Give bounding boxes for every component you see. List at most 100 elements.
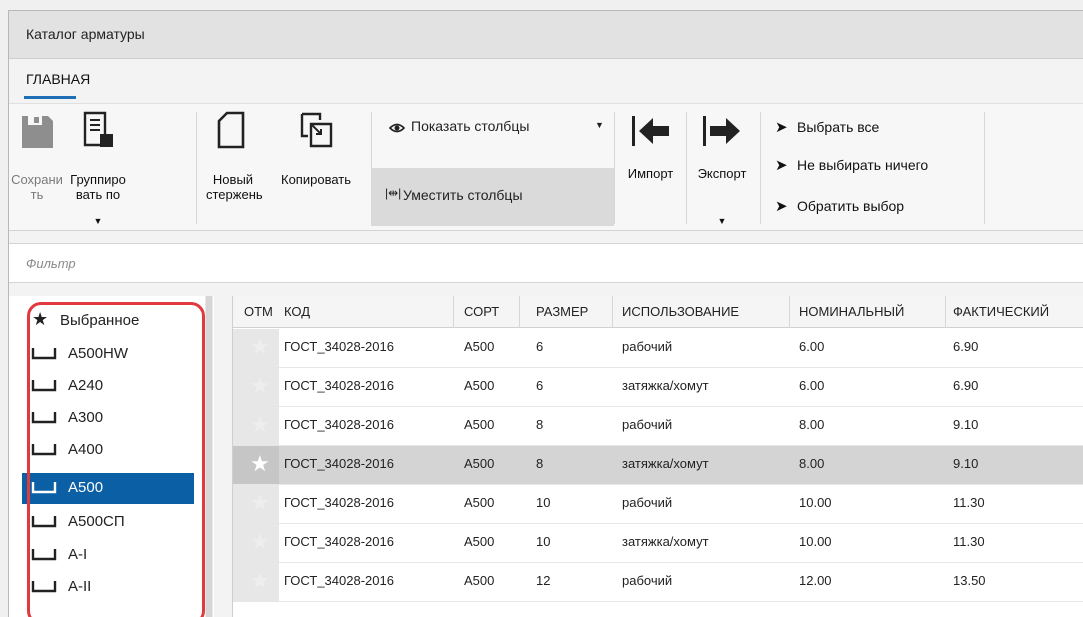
star-icon[interactable]: ★ bbox=[250, 529, 270, 555]
select-none-button[interactable]: ➤ Не выбирать ничего bbox=[775, 156, 980, 174]
copy-button[interactable]: Копировать bbox=[273, 104, 359, 230]
tab-home[interactable]: ГЛАВНАЯ bbox=[26, 71, 90, 87]
cell-code: ГОСТ_34028-2016 bbox=[284, 378, 394, 393]
bar-shape-icon bbox=[31, 581, 57, 593]
rebar-table: ОТМ КОД СОРТ РАЗМЕР ИСПОЛЬЗОВАНИЕ НОМИНА… bbox=[232, 296, 1083, 617]
cell-actual: 6.90 bbox=[953, 339, 979, 354]
eye-icon bbox=[388, 121, 406, 137]
sidebar-item-a300[interactable]: A300 bbox=[22, 403, 194, 434]
save-icon bbox=[22, 116, 53, 148]
group-by-button[interactable]: Группировать по ▼ bbox=[67, 104, 129, 230]
table-row[interactable]: ★ ГОСТ_34028-2016 A500 6 рабочий 6.00 6.90 bbox=[233, 329, 1083, 368]
table-row[interactable]: ★ ГОСТ_34028-2016 A500 10 рабочий 10.00 11.30 bbox=[233, 485, 1083, 524]
export-button[interactable]: Экспорт ▼ bbox=[687, 104, 757, 230]
sidebar-item-label: A-II bbox=[68, 578, 92, 595]
select-none-label: Не выбирать ничего bbox=[797, 157, 929, 173]
sidebar-item-a500hw[interactable]: A500HW bbox=[22, 339, 194, 370]
column-header-nominal[interactable]: НОМИНАЛЬНЫЙ bbox=[799, 304, 904, 319]
catalog-window: Каталог арматуры ГЛАВНАЯ Сохранить Групп… bbox=[8, 10, 1083, 617]
cell-actual: 9.10 bbox=[953, 417, 979, 432]
column-divider bbox=[789, 296, 790, 328]
arrow-left-icon bbox=[631, 116, 669, 146]
import-button[interactable]: Импорт bbox=[616, 104, 685, 230]
cell-usage: рабочий bbox=[622, 339, 673, 354]
sidebar-item-a-ii[interactable]: A-II bbox=[22, 572, 194, 603]
table-row[interactable]: ★ ГОСТ_34028-2016 A500 10 затяжка/хомут 10.00… bbox=[233, 524, 1083, 563]
cell-grade: A500 bbox=[464, 378, 495, 393]
bar-shape-icon bbox=[31, 516, 57, 528]
show-columns-button[interactable]: Показать столбцы ▼ bbox=[379, 104, 621, 160]
active-tab-indicator bbox=[24, 96, 76, 99]
star-icon[interactable]: ★ bbox=[250, 490, 270, 516]
table-row[interactable]: ★ ГОСТ_34028-2016 A500 6 затяжка/хомут 6.00 6.… bbox=[233, 368, 1083, 407]
column-header-code[interactable]: КОД bbox=[284, 304, 310, 319]
cell-usage: затяжка/хомут bbox=[622, 534, 709, 549]
cell-size: 10 bbox=[536, 534, 551, 549]
column-header-grade[interactable]: СОРТ bbox=[464, 304, 499, 319]
cell-grade: A500 bbox=[464, 417, 495, 432]
invert-selection-button[interactable]: ➤ Обратить выбор bbox=[775, 197, 904, 215]
save-label: Сохранить bbox=[11, 172, 63, 202]
star-icon[interactable]: ★ bbox=[250, 412, 270, 438]
invert-selection-label: Обратить выбор bbox=[797, 198, 905, 214]
sidebar-item-a400[interactable]: A400 bbox=[22, 435, 194, 466]
fit-columns-button[interactable]: |⇹| Уместить столбцы bbox=[371, 168, 614, 226]
column-divider bbox=[945, 296, 946, 328]
cell-nominal: 6.00 bbox=[799, 378, 825, 393]
filter-input[interactable]: Фильтр bbox=[9, 243, 1083, 283]
ribbon-toolbar: Сохранить Группировать по ▼ Новый стерже… bbox=[9, 103, 1083, 231]
star-icon[interactable]: ★ bbox=[250, 373, 270, 399]
column-header-mark[interactable]: ОТМ bbox=[244, 304, 273, 319]
copy-icon bbox=[300, 112, 333, 148]
star-icon[interactable]: ★ bbox=[250, 334, 270, 360]
select-all-button[interactable]: ➤ Выбрать все bbox=[775, 118, 879, 136]
group-by-icon bbox=[83, 111, 113, 147]
table-header: ОТМ КОД СОРТ РАЗМЕР ИСПОЛЬЗОВАНИЕ НОМИНА… bbox=[233, 296, 1083, 328]
sidebar-scrollbar[interactable] bbox=[205, 296, 213, 617]
cell-size: 6 bbox=[536, 339, 544, 354]
cell-size: 8 bbox=[536, 456, 544, 471]
column-header-usage[interactable]: ИСПОЛЬЗОВАНИЕ bbox=[622, 304, 739, 319]
sidebar-item-label: A400 bbox=[68, 441, 104, 458]
chevron-down-icon: ▼ bbox=[717, 216, 727, 226]
bar-shape-icon bbox=[31, 549, 57, 561]
ribbon-separator bbox=[984, 112, 985, 224]
bar-shape-icon bbox=[31, 444, 57, 456]
cursor-arrow-icon: ➤ bbox=[775, 198, 788, 215]
category-list: ★ Выбранное A500HW A240 A300 A400 A500 A… bbox=[9, 296, 214, 617]
new-bar-button[interactable]: Новый стержень bbox=[197, 104, 269, 230]
cell-actual: 9.10 bbox=[953, 456, 979, 471]
sidebar-item-label: A-I bbox=[68, 546, 88, 563]
sidebar-item-a500[interactable]: A500 bbox=[22, 473, 194, 504]
cursor-arrow-icon: ➤ bbox=[775, 119, 788, 136]
cell-actual: 6.90 bbox=[953, 378, 979, 393]
save-button[interactable]: Сохранить bbox=[9, 104, 65, 230]
sidebar-item-a240[interactable]: A240 bbox=[22, 371, 194, 402]
cell-nominal: 8.00 bbox=[799, 456, 825, 471]
cell-code: ГОСТ_34028-2016 bbox=[284, 456, 394, 471]
sidebar-item-a-i[interactable]: A-I bbox=[22, 540, 194, 571]
cell-nominal: 10.00 bbox=[799, 495, 832, 510]
table-row[interactable]: ★ ГОСТ_34028-2016 A500 8 рабочий 8.00 9.10 bbox=[233, 407, 1083, 446]
cell-usage: рабочий bbox=[622, 417, 673, 432]
sidebar-item-label: A240 bbox=[68, 377, 104, 394]
export-label: Экспорт bbox=[697, 166, 747, 181]
cell-size: 10 bbox=[536, 495, 551, 510]
fit-columns-icon: |⇹| bbox=[385, 186, 402, 200]
table-row[interactable]: ★ ГОСТ_34028-2016 A500 8 затяжка/хомут 8.00 9.… bbox=[233, 446, 1083, 485]
star-icon[interactable]: ★ bbox=[250, 451, 270, 477]
cell-grade: A500 bbox=[464, 495, 495, 510]
column-header-size[interactable]: РАЗМЕР bbox=[536, 304, 588, 319]
sidebar-item-favorites[interactable]: ★ Выбранное bbox=[22, 306, 194, 337]
column-header-actual[interactable]: ФАКТИЧЕСКИЙ bbox=[953, 304, 1049, 319]
table-row[interactable]: ★ ГОСТ_34028-2016 A500 12 рабочий 12.00 13.50 bbox=[233, 563, 1083, 602]
star-icon[interactable]: ★ bbox=[250, 568, 270, 594]
cell-size: 12 bbox=[536, 573, 551, 588]
sidebar-item-label: A500СП bbox=[68, 513, 125, 530]
sidebar-item-a500sp[interactable]: A500СП bbox=[22, 507, 194, 538]
fit-columns-label: Уместить столбцы bbox=[403, 187, 523, 203]
cursor-arrow-icon: ➤ bbox=[775, 157, 788, 174]
star-icon: ★ bbox=[32, 309, 49, 329]
select-all-label: Выбрать все bbox=[797, 119, 880, 135]
cell-usage: затяжка/хомут bbox=[622, 456, 709, 471]
